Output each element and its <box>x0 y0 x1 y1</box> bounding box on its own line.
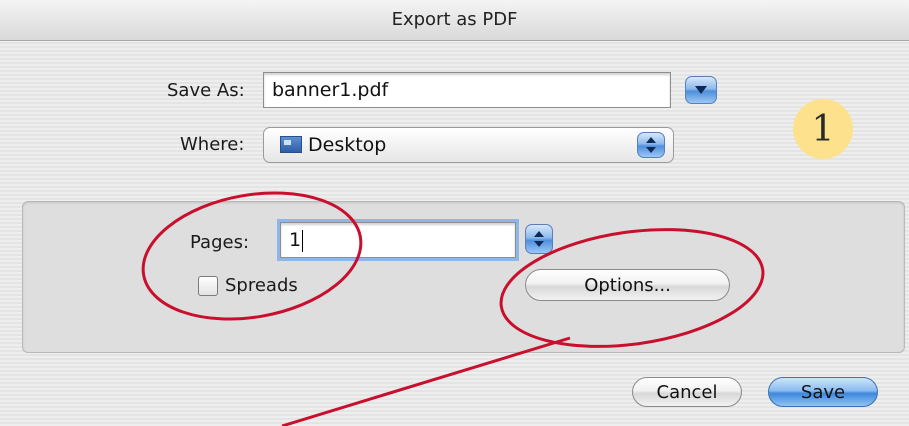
annotation-overlay <box>141 191 765 426</box>
options-highlight-ellipse <box>499 228 765 348</box>
pages-highlight-ellipse <box>141 191 363 321</box>
annotation-arrow-line <box>281 336 571 426</box>
